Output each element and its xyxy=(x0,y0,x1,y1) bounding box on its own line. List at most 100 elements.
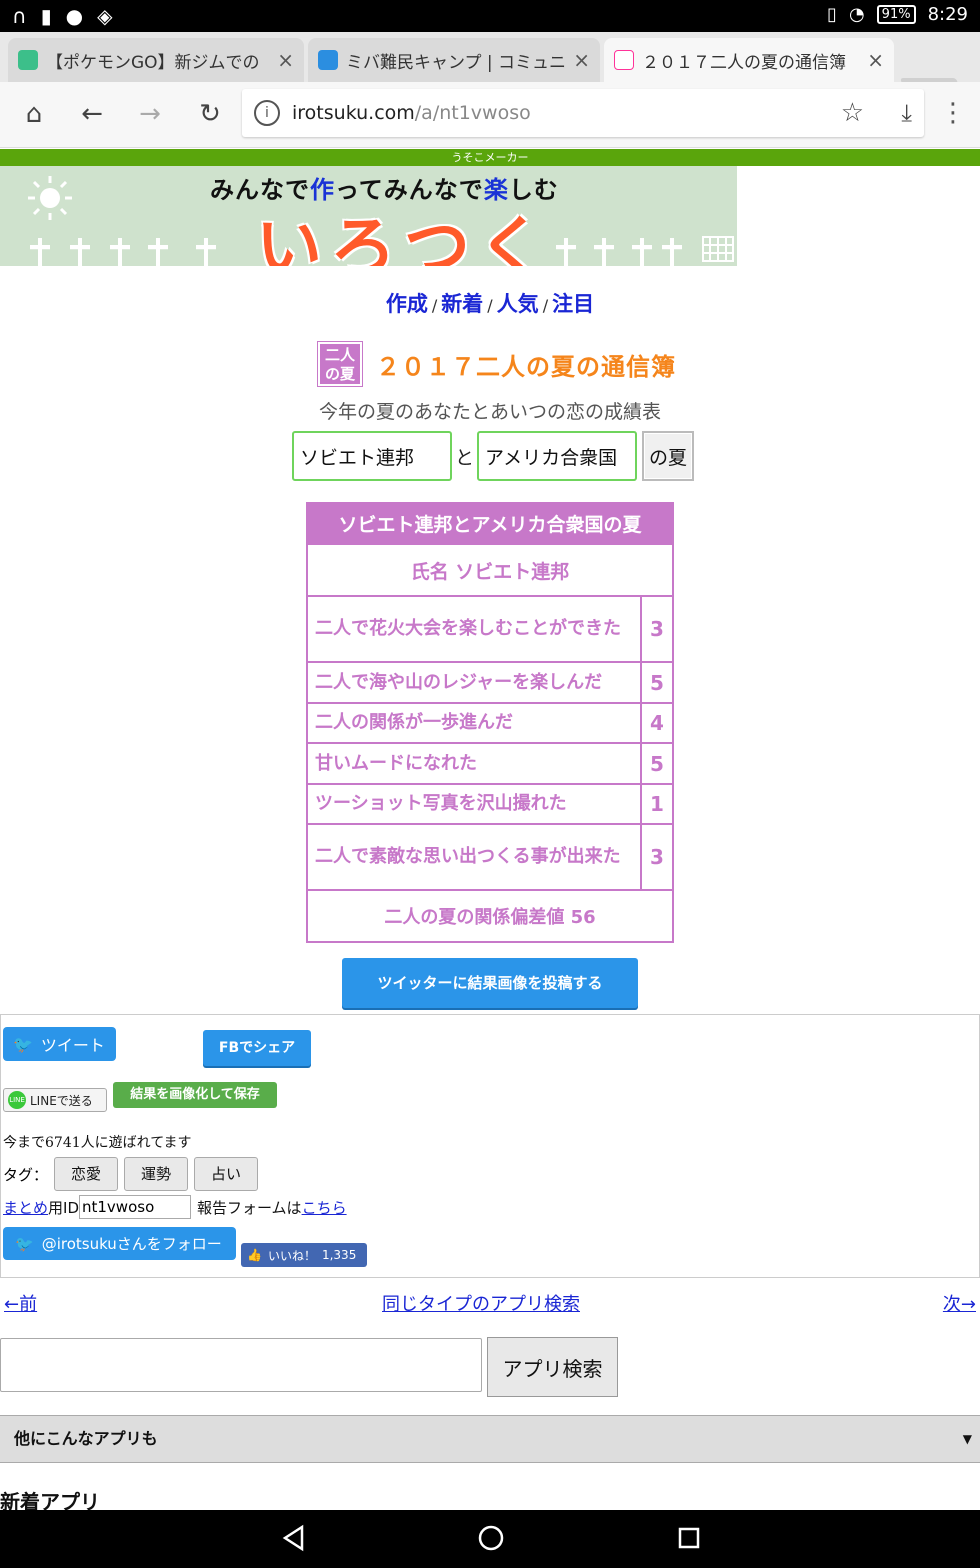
app-search-input[interactable] xyxy=(0,1338,482,1392)
close-tab-icon[interactable]: × xyxy=(277,48,294,72)
star-favicon-icon xyxy=(318,50,338,70)
nav-back-icon[interactable] xyxy=(282,1524,306,1552)
tab-title: ミバ難民キャンプ | コミュニ xyxy=(346,52,566,73)
close-tab-icon[interactable]: × xyxy=(573,48,590,72)
browser-tab-pokemon[interactable]: 【ポケモンGO】新ジムでの × xyxy=(8,38,304,82)
site-nav: 作成 / 新着 / 人気 / 注目 xyxy=(0,288,980,318)
result-item-score: 5 xyxy=(640,742,674,785)
battery-level: 91% xyxy=(876,5,916,24)
pager: ←前 同じタイプのアプリ検索 次→ xyxy=(0,1290,980,1318)
result-name: 氏名 ソビエト連邦 xyxy=(306,543,674,597)
fb-share-button[interactable]: FBでシェア xyxy=(203,1030,311,1066)
submit-button[interactable]: の夏 xyxy=(642,431,695,481)
id-row: まとめ 用ID 報告フォームは こちら xyxy=(3,1195,347,1219)
back-icon[interactable]: ← xyxy=(74,96,110,132)
irotsuku-favicon-icon xyxy=(614,50,634,70)
status-bar: ∩ ▮ ● ◈ ▯ ◔ 91% 8:29 xyxy=(0,0,980,32)
url-domain: irotsuku.com xyxy=(292,102,415,124)
result-item-label: 二人で素敵な思い出つくる事が出来た xyxy=(306,823,642,891)
chat-favicon-icon xyxy=(18,50,38,70)
figure-decoration xyxy=(662,238,682,266)
download-icon[interactable]: ⤓ xyxy=(901,99,912,127)
thumbs-up-icon: 👍 xyxy=(247,1248,262,1262)
site-logo: いろつく xyxy=(256,209,552,266)
nav-featured-link[interactable]: 注目 xyxy=(552,292,594,316)
nav-home-icon[interactable] xyxy=(477,1524,505,1552)
table-row: 二人で花火大会を楽しむことができた 3 xyxy=(306,595,674,663)
close-tab-icon[interactable]: × xyxy=(867,48,884,72)
result-item-score: 4 xyxy=(640,702,674,744)
line-send-button[interactable]: LINE LINEで送る xyxy=(3,1088,107,1112)
name2-input[interactable] xyxy=(477,431,638,481)
nav-new-link[interactable]: 新着 xyxy=(441,292,483,316)
app-id-field[interactable] xyxy=(79,1195,191,1219)
tag-divination-button[interactable]: 占い xyxy=(194,1157,259,1191)
browser-tab-community[interactable]: ミバ難民キャンプ | コミュニ × xyxy=(308,38,600,82)
result-item-label: 甘いムードになれた xyxy=(306,742,642,785)
save-image-button[interactable]: 結果を画像化して保存 xyxy=(113,1082,277,1108)
next-link[interactable]: 次→ xyxy=(943,1290,976,1316)
connector-text: と xyxy=(455,446,475,469)
browser-tab-strip: 【ポケモンGO】新ジムでの × ミバ難民キャンプ | コミュニ × ２０１７二人… xyxy=(0,32,980,100)
app-icon: 二人 の夏 xyxy=(317,341,363,387)
figure-decoration xyxy=(148,238,168,266)
prev-link[interactable]: ←前 xyxy=(4,1290,37,1316)
table-row: 二人で素敵な思い出つくる事が出来た 3 xyxy=(306,823,674,891)
table-row: ツーショット写真を沢山撮れた 1 xyxy=(306,783,674,825)
screen-rotate-icon: ◈ xyxy=(97,4,113,28)
home-icon[interactable]: ⌂ xyxy=(16,96,52,132)
info-icon[interactable]: i xyxy=(254,100,280,126)
nav-create-link[interactable]: 作成 xyxy=(386,292,428,316)
grid-icon xyxy=(702,236,734,262)
tweet-label: ツイート xyxy=(40,1036,105,1055)
figure-decoration xyxy=(632,238,652,266)
nav-separator: / xyxy=(542,296,549,315)
result-item-label: 二人の関係が一歩進んだ xyxy=(306,702,642,744)
tag-fortune-button[interactable]: 運勢 xyxy=(124,1157,189,1191)
app-icon-line: 二人 xyxy=(324,346,355,364)
dropdown-arrow-icon: ▼ xyxy=(962,1432,972,1446)
result-header: ソビエト連邦とアメリカ合衆国の夏 xyxy=(306,502,674,545)
tag-love-button[interactable]: 恋愛 xyxy=(54,1157,119,1191)
url-path: /a/nt1vwoso xyxy=(414,102,531,124)
result-item-score: 1 xyxy=(640,783,674,825)
reload-icon[interactable]: ↻ xyxy=(192,96,228,132)
tweet-button[interactable]: 🐦 ツイート xyxy=(3,1027,116,1061)
table-row: 二人で海や山のレジャーを楽しんだ 5 xyxy=(306,661,674,704)
report-link[interactable]: こちら xyxy=(302,1197,347,1218)
nav-recents-icon[interactable] xyxy=(677,1524,701,1552)
fb-like-button[interactable]: 👍 いいね！ 1,335 xyxy=(241,1243,367,1267)
other-apps-dropdown[interactable]: 他にこんなアプリも ▼ xyxy=(0,1415,980,1463)
app-title: ２０１７二人の夏の通信簿 xyxy=(376,352,676,381)
name1-input[interactable] xyxy=(292,431,452,481)
matome-link[interactable]: まとめ xyxy=(3,1197,48,1218)
id-label: 用ID xyxy=(48,1198,79,1217)
app-subtitle: 今年の夏のあなたとあいつの恋の成績表 xyxy=(318,401,661,423)
twitter-bird-icon: 🐦 xyxy=(13,1034,33,1054)
site-banner[interactable]: みんなで作ってみんなで楽しむ いろつく xyxy=(0,166,737,266)
figure-decoration xyxy=(594,238,614,266)
headphones-icon: ∩ xyxy=(12,4,27,28)
figure-decoration xyxy=(70,238,90,266)
status-time: 8:29 xyxy=(927,4,968,25)
address-bar[interactable]: i irotsuku.com/a/nt1vwoso ☆ ⤓ xyxy=(242,89,924,137)
report-text: 報告フォームは xyxy=(197,1198,302,1217)
browser-tab-active[interactable]: ２０１７二人の夏の通信簿 × xyxy=(604,38,894,82)
vibrate-icon: ▯ xyxy=(827,4,837,25)
figure-decoration xyxy=(30,238,50,266)
result-table: ソビエト連邦とアメリカ合衆国の夏 氏名 ソビエト連邦 二人で花火大会を楽しむこと… xyxy=(306,502,674,943)
share-box: 🐦 ツイート FBでシェア LINE LINEで送る 結果を画像化して保存 今ま… xyxy=(0,1014,980,1278)
result-item-score: 3 xyxy=(640,823,674,891)
forward-icon[interactable]: → xyxy=(132,96,168,132)
site-top-label: うそこメーカー xyxy=(0,149,980,166)
wifi-icon: ◔ xyxy=(848,4,865,25)
follow-button[interactable]: 🐦 @irotsukuさんをフォロー xyxy=(3,1227,236,1260)
other-apps-label: 他にこんなアプリも xyxy=(14,1429,158,1448)
app-search-button[interactable]: アプリ検索 xyxy=(487,1337,618,1397)
nav-popular-link[interactable]: 人気 xyxy=(497,292,539,316)
bookmark-star-icon[interactable]: ☆ xyxy=(841,98,864,128)
post-twitter-image-button[interactable]: ツイッターに結果画像を投稿する xyxy=(342,958,638,1008)
figure-decoration xyxy=(110,238,130,266)
same-type-search-link[interactable]: 同じタイプのアプリ検索 xyxy=(382,1290,580,1316)
overflow-menu-icon[interactable]: ⋮ xyxy=(940,98,966,128)
